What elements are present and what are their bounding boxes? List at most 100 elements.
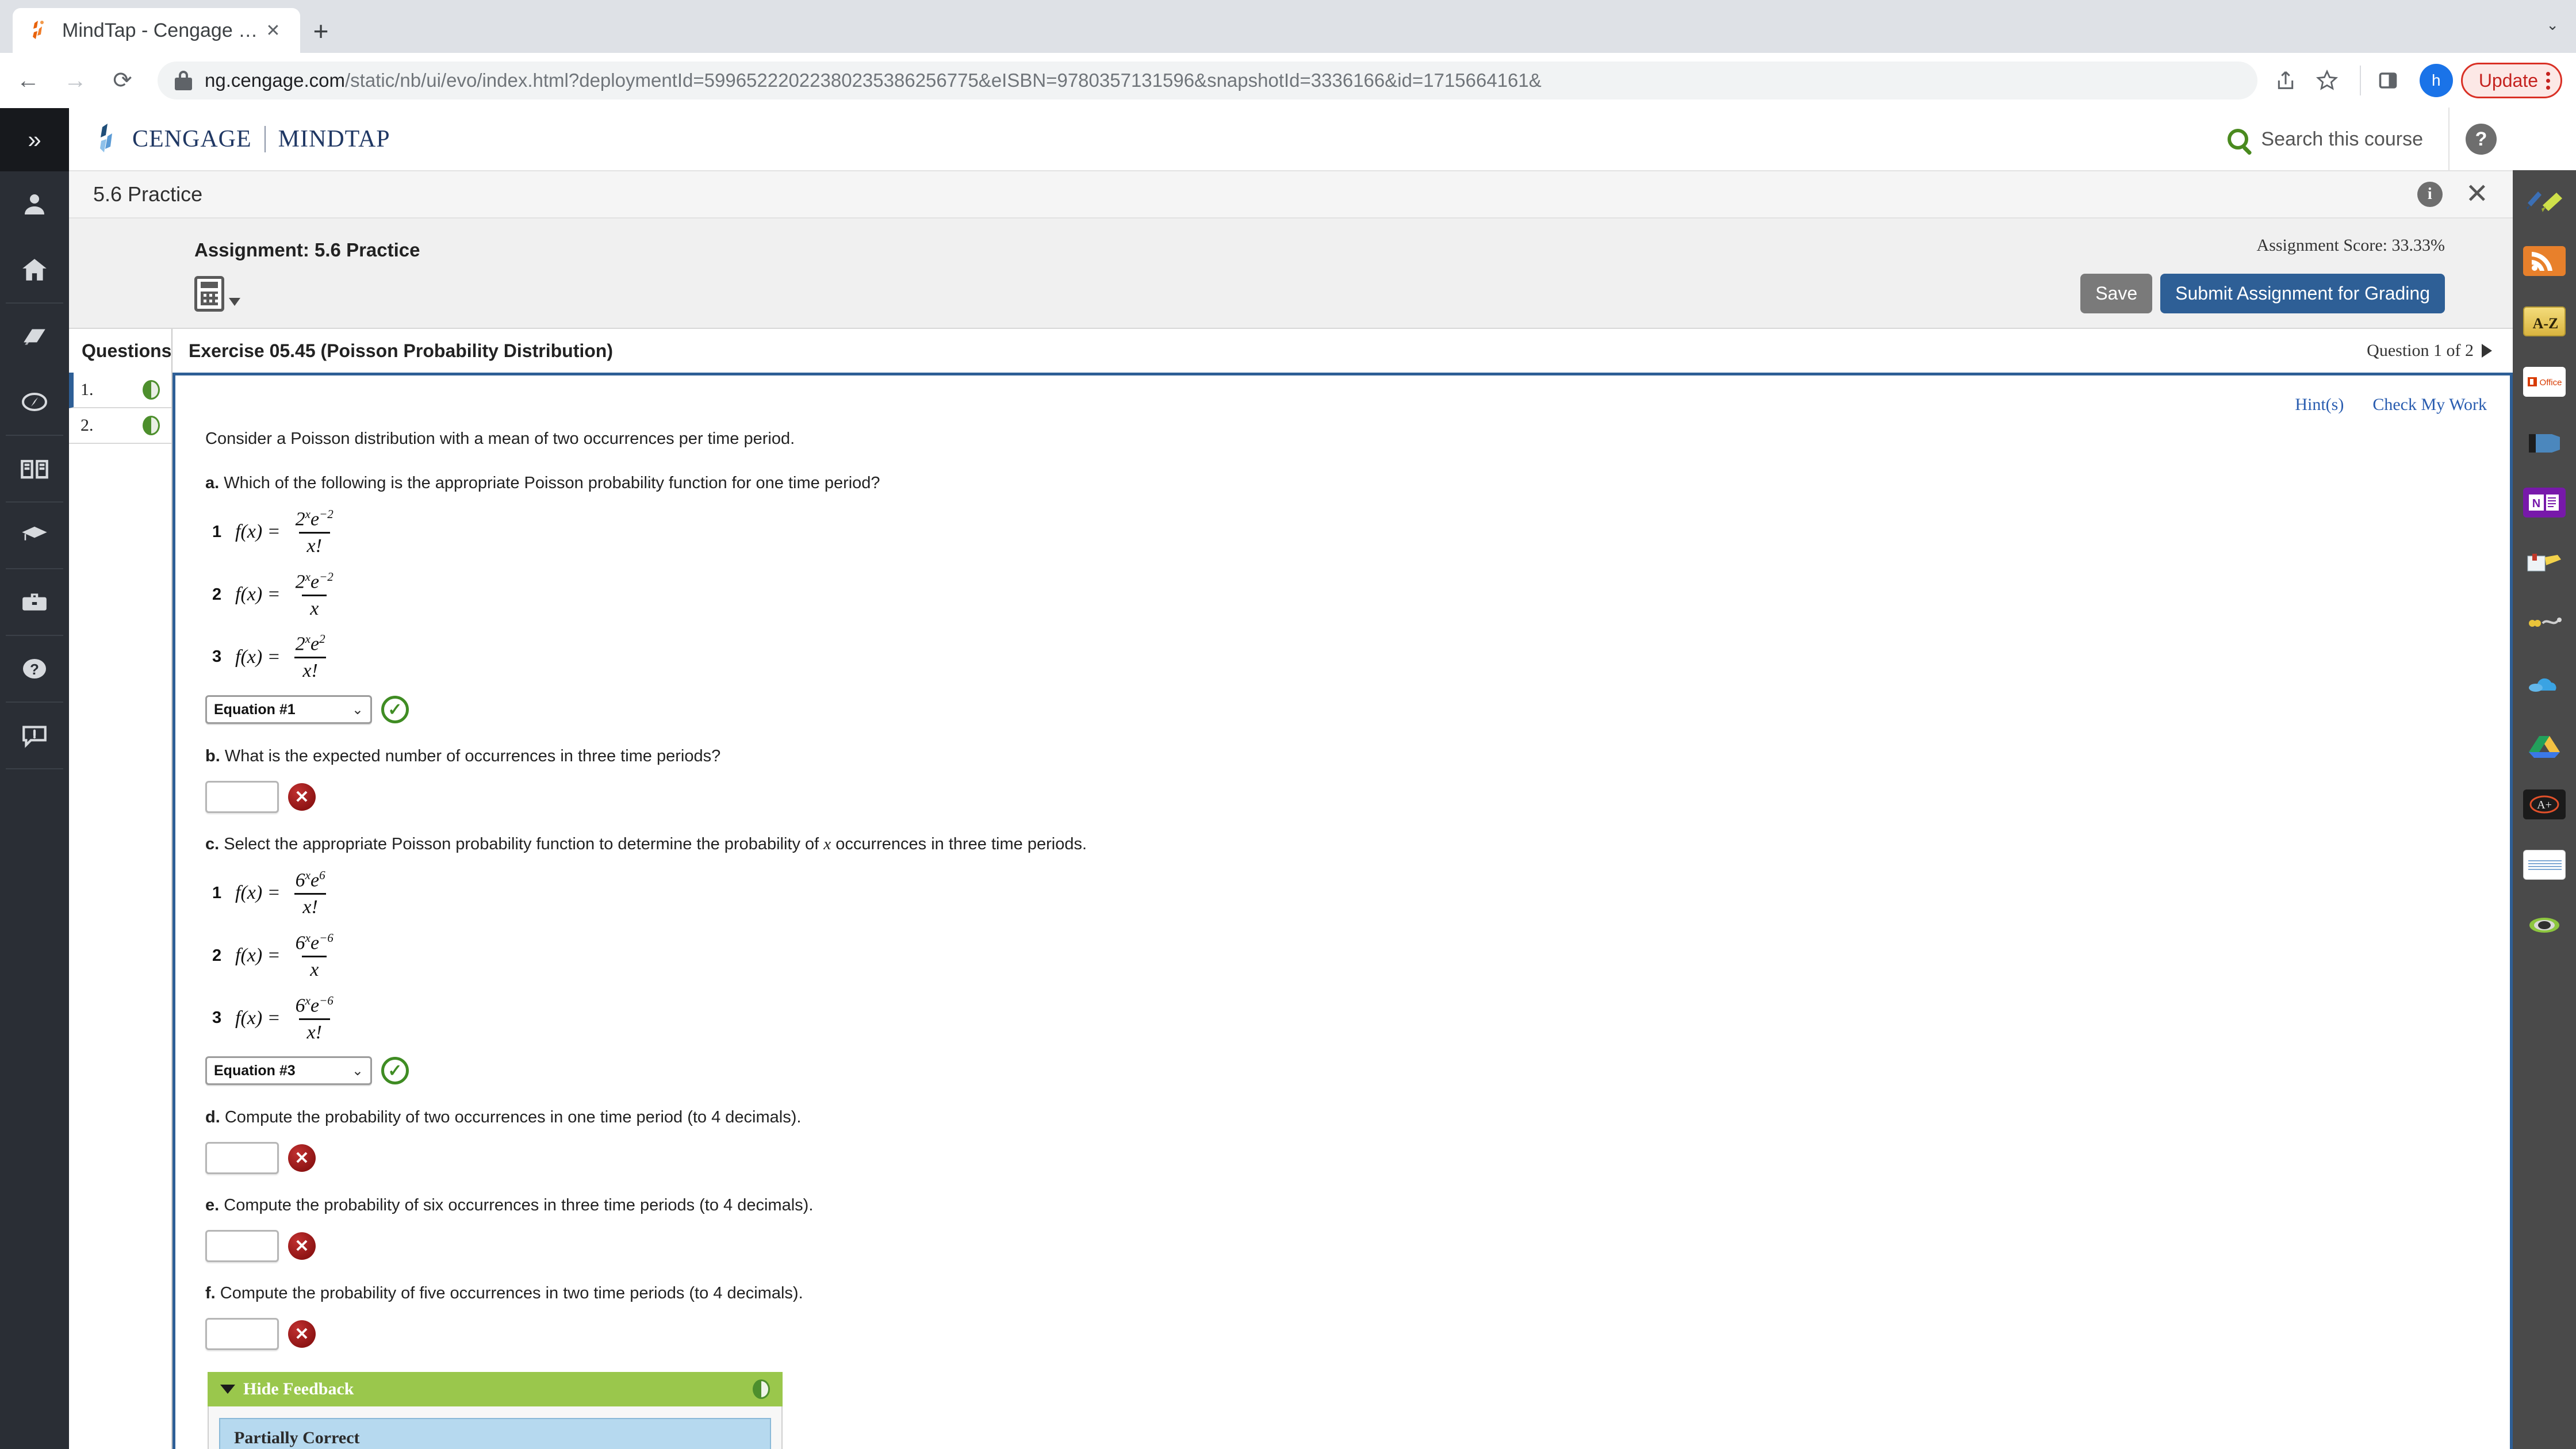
info-icon[interactable]: i xyxy=(2417,182,2443,207)
search-icon xyxy=(2228,129,2249,150)
url-path: /static/nb/ui/evo/index.html?deploymentI… xyxy=(345,70,1542,91)
person-icon xyxy=(25,194,44,214)
search-course-button[interactable]: Search this course xyxy=(2228,128,2448,151)
part-e-text: Compute the probability of six occurrenc… xyxy=(224,1196,814,1215)
left-navigation-rail: » ? xyxy=(0,108,69,1449)
part-c-select[interactable]: Equation #3 ⌄ xyxy=(205,1056,372,1086)
tool-rss[interactable] xyxy=(2513,231,2576,291)
tab-strip: MindTap - Cengage Learning ✕ + ⌄ xyxy=(0,0,2576,53)
part-f-answer-row: ✕ xyxy=(205,1318,2480,1351)
bookmark-star-icon[interactable] xyxy=(2309,63,2345,98)
question-body: Consider a Poisson distribution with a m… xyxy=(175,415,2510,1449)
share-icon[interactable] xyxy=(2268,63,2303,98)
tool-study-hub[interactable] xyxy=(2513,895,2576,955)
save-button[interactable]: Save xyxy=(2080,274,2153,313)
sidebar-item-assignments[interactable] xyxy=(0,304,69,369)
part-a-select[interactable]: Equation #1 ⌄ xyxy=(205,695,372,724)
forward-button[interactable]: → xyxy=(56,62,94,99)
tool-google-drive[interactable] xyxy=(2513,714,2576,774)
expand-rail-button[interactable]: » xyxy=(0,108,69,171)
sidebar-item-ebook[interactable] xyxy=(0,436,69,501)
caret-down-icon xyxy=(220,1385,235,1394)
close-icon[interactable]: ✕ xyxy=(260,17,286,44)
question-navigation[interactable]: Question 1 of 2 xyxy=(2367,341,2492,361)
part-c-text-after: occurrences in three time periods. xyxy=(831,835,1087,854)
part-e-letter: e. xyxy=(205,1196,220,1215)
tool-onedrive[interactable] xyxy=(2513,653,2576,714)
check-my-work-link[interactable]: Check My Work xyxy=(2372,395,2487,415)
part-c-letter: c. xyxy=(205,835,220,854)
tool-ms-office[interactable]: Office xyxy=(2513,351,2576,412)
part-b-input[interactable] xyxy=(205,781,279,814)
svg-text:?: ? xyxy=(30,661,39,678)
feedback-toggle-label: Hide Feedback xyxy=(243,1379,354,1399)
update-button[interactable]: Update xyxy=(2460,63,2562,98)
tool-annotation[interactable] xyxy=(2513,170,2576,231)
tool-grade[interactable]: A+ xyxy=(2513,774,2576,834)
lock-icon xyxy=(175,71,192,90)
submit-assignment-button[interactable]: Submit Assignment for Grading xyxy=(2160,274,2445,313)
svg-text:A-Z: A-Z xyxy=(2533,315,2559,332)
hints-link[interactable]: Hint(s) xyxy=(2295,395,2344,415)
reload-button[interactable]: ⟳ xyxy=(103,62,141,99)
tool-dictionary[interactable]: A-Z xyxy=(2513,291,2576,351)
compass-icon xyxy=(22,393,47,411)
side-panel-icon[interactable] xyxy=(2370,63,2406,98)
status-badge xyxy=(143,416,160,435)
next-question-icon[interactable] xyxy=(2482,344,2492,358)
svg-text:Office: Office xyxy=(2540,378,2562,388)
choice-number: 3 xyxy=(212,647,222,666)
sidebar-item-progress[interactable] xyxy=(0,369,69,435)
rss-icon xyxy=(2523,246,2566,276)
feedback-toggle[interactable]: Hide Feedback xyxy=(208,1372,783,1407)
part-f-input[interactable] xyxy=(205,1318,279,1351)
question-pane: Hint(s) Check My Work Consider a Poisson… xyxy=(172,373,2513,1449)
product-text: MINDTAP xyxy=(278,126,390,152)
brand-text: CENGAGE xyxy=(132,126,252,152)
tool-flashcards[interactable] xyxy=(2513,412,2576,472)
new-tab-button[interactable]: + xyxy=(305,15,337,47)
part-a-choice-2: 2 f(x) = 2xe−2 x xyxy=(212,570,2480,619)
part-e-prompt: e. Compute the probability of six occurr… xyxy=(205,1196,2480,1215)
avatar[interactable]: h xyxy=(2419,64,2453,97)
onenote-icon: N xyxy=(2523,487,2566,518)
tool-notecards[interactable] xyxy=(2513,834,2576,895)
browser-tab[interactable]: MindTap - Cengage Learning ✕ xyxy=(13,8,300,53)
chevron-down-icon xyxy=(229,298,240,306)
svg-text:A+: A+ xyxy=(2537,799,2552,811)
question-icon: ? xyxy=(2466,124,2497,155)
browser-toolbar: ← → ⟳ ng.cengage.com/static/nb/ui/evo/in… xyxy=(0,53,2576,108)
cengage-mark-icon xyxy=(93,122,124,156)
tool-highlighter-book[interactable] xyxy=(2513,532,2576,593)
tool-onenote[interactable]: N xyxy=(2513,472,2576,532)
sidebar-item-study-tools[interactable] xyxy=(0,503,69,568)
help-button[interactable]: ? xyxy=(2450,124,2513,155)
header-right: Search this course ? xyxy=(2228,108,2513,171)
question-list-item-1[interactable]: 1. xyxy=(69,373,171,408)
sidebar-item-home[interactable] xyxy=(0,237,69,302)
choice-number: 1 xyxy=(212,883,222,902)
sidebar-item-help[interactable]: ? xyxy=(0,636,69,702)
sidebar-item-profile[interactable] xyxy=(0,171,69,237)
tool-audio-read[interactable] xyxy=(2513,593,2576,653)
browser-menu-icon[interactable] xyxy=(2546,71,2550,90)
sidebar-item-toolbox[interactable] xyxy=(0,569,69,635)
mindtap-favicon xyxy=(26,17,53,44)
sidebar-item-feedback[interactable] xyxy=(0,703,69,768)
chevron-down-icon[interactable]: ⌄ xyxy=(2546,16,2559,34)
choice-number: 1 xyxy=(212,522,222,541)
question-list-item-2[interactable]: 2. xyxy=(69,408,171,444)
cengage-logo[interactable]: CENGAGE MINDTAP xyxy=(93,122,390,156)
back-button[interactable]: ← xyxy=(9,62,47,99)
part-c-choice-1: 1 f(x) = 6xe6 x! xyxy=(212,869,2480,918)
part-d-input[interactable] xyxy=(205,1142,279,1175)
grade-a-plus-icon: A+ xyxy=(2523,789,2566,819)
part-e-input[interactable] xyxy=(205,1230,279,1263)
tab-title: MindTap - Cengage Learning xyxy=(62,19,260,41)
incorrect-icon: ✕ xyxy=(288,1144,316,1172)
address-bar[interactable]: ng.cengage.com/static/nb/ui/evo/index.ht… xyxy=(158,62,2257,99)
calculator-button[interactable] xyxy=(194,276,240,312)
equation: f(x) = 2xe−2 x! xyxy=(235,507,334,557)
close-icon[interactable]: ✕ xyxy=(2466,181,2489,208)
questions-column-header: Questions xyxy=(69,329,172,373)
